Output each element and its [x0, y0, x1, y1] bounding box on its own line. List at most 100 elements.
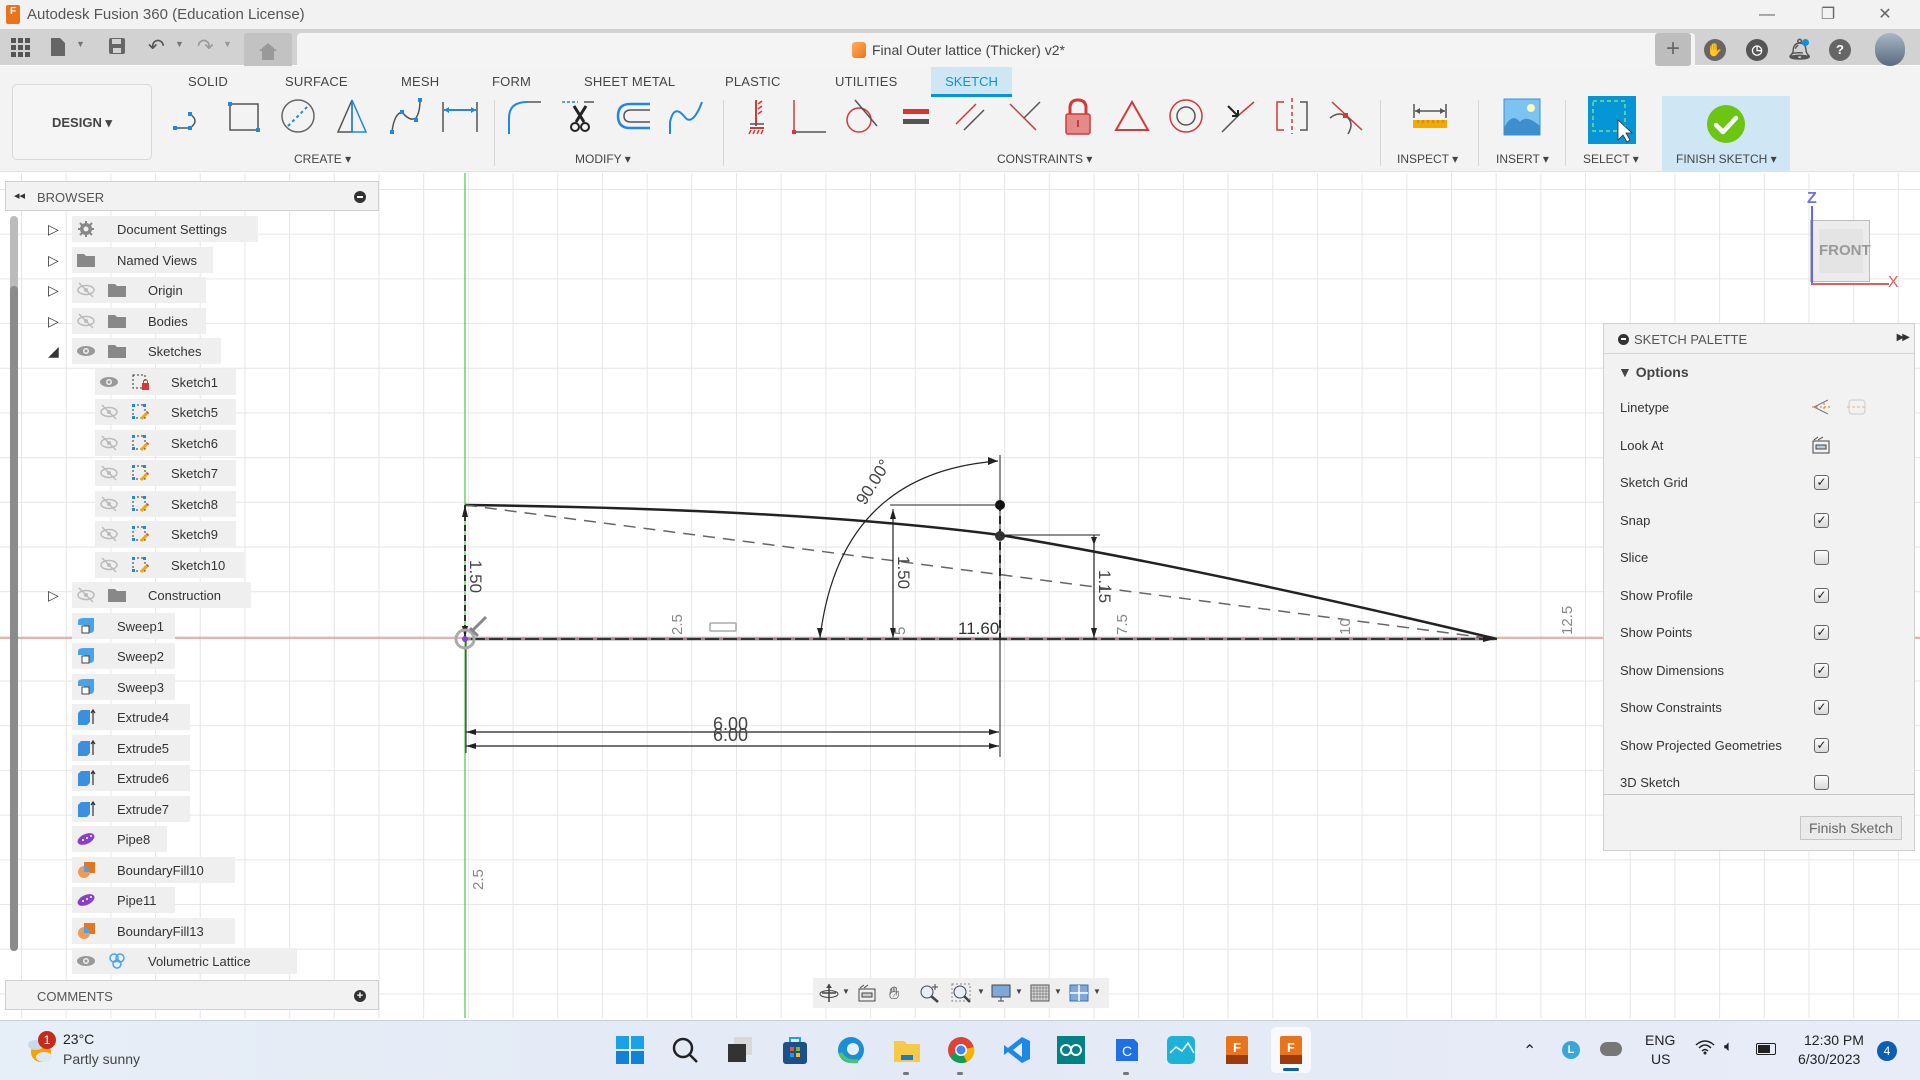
- save-icon[interactable]: [108, 37, 126, 59]
- line-icon[interactable]: [170, 96, 210, 136]
- browser-scrollbar[interactable]: [10, 216, 18, 951]
- browser-item-sweep1[interactable]: Sweep1: [72, 612, 175, 639]
- snap-checkbox[interactable]: ✓: [1814, 512, 1829, 528]
- expand-toggle-icon[interactable]: ▷: [48, 282, 62, 298]
- insert-menu[interactable]: INSERT ▾: [1496, 152, 1549, 166]
- new-tab-button[interactable]: +: [1655, 33, 1691, 66]
- eye-visible-icon[interactable]: [76, 343, 96, 359]
- eye-hidden-icon[interactable]: [99, 526, 119, 542]
- undo-icon[interactable]: ↶: [148, 37, 165, 57]
- browser-item-extrude4[interactable]: Extrude4: [72, 704, 190, 730]
- midpoint-icon[interactable]: [1218, 96, 1258, 136]
- browser-item-named-views[interactable]: Named Views: [72, 246, 213, 273]
- battery-icon[interactable]: [1756, 1043, 1776, 1055]
- finish-sketch-menu[interactable]: FINISH SKETCH ▾: [1676, 152, 1777, 166]
- file-explorer-icon[interactable]: [892, 1035, 922, 1065]
- browser-item-extrude7[interactable]: Extrude7: [72, 795, 190, 822]
- browser-item-sketch7[interactable]: Sketch7: [95, 460, 237, 486]
- inspect-menu[interactable]: INSPECT ▾: [1397, 152, 1458, 166]
- create-menu[interactable]: CREATE ▾: [294, 152, 351, 166]
- browser-item-document-settings[interactable]: Document Settings: [72, 216, 259, 242]
- browser-item-volumetric-lattice[interactable]: Volumetric Lattice: [72, 948, 297, 974]
- eye-visible-icon[interactable]: [99, 374, 119, 390]
- user-avatar[interactable]: [1875, 33, 1905, 66]
- search-icon[interactable]: [670, 1035, 700, 1065]
- notification-count-badge[interactable]: 4: [1877, 1041, 1897, 1061]
- browser-item-boundaryfill10[interactable]: BoundaryFill10: [72, 856, 236, 883]
- eye-visible-icon[interactable]: [76, 953, 96, 969]
- task-view-icon[interactable]: [725, 1035, 755, 1065]
- show-points-checkbox[interactable]: ✓: [1814, 625, 1829, 640]
- scrollbar-thumb[interactable]: [10, 286, 18, 951]
- weather-description[interactable]: Partly sunny: [63, 1051, 140, 1067]
- document-tab[interactable]: Final Outer lattice (Thicker) v2* ×: [297, 33, 1695, 66]
- region-indicator[interactable]: US: [1651, 1051, 1670, 1067]
- volume-icon[interactable]: 🔈︎: [1724, 1038, 1733, 1055]
- home-button[interactable]: [244, 33, 292, 66]
- coincident-icon[interactable]: [1326, 96, 1366, 136]
- select-icon[interactable]: [1588, 96, 1636, 144]
- comments-panel[interactable]: COMMENTS +: [5, 980, 379, 1010]
- polygon-icon[interactable]: [332, 96, 372, 136]
- eye-hidden-icon[interactable]: [99, 434, 119, 451]
- palette-minimize-icon[interactable]: [1618, 334, 1629, 345]
- look-at-icon[interactable]: [856, 983, 878, 1003]
- constraints-menu[interactable]: CONSTRAINTS ▾: [997, 152, 1092, 166]
- clock-date[interactable]: 6/30/2023: [1798, 1051, 1860, 1067]
- edge-icon[interactable]: [836, 1035, 866, 1065]
- grid-settings-icon[interactable]: [1029, 983, 1051, 1003]
- add-comment-icon[interactable]: +: [354, 990, 366, 1002]
- redo-caret-icon[interactable]: ▼: [223, 39, 232, 49]
- file-menu-caret-icon[interactable]: ▼: [76, 39, 85, 49]
- fit-icon[interactable]: [951, 983, 973, 1003]
- browser-minimize-icon[interactable]: [354, 191, 366, 203]
- eye-hidden-icon[interactable]: [76, 312, 96, 329]
- tab-sheet-metal[interactable]: SHEET METAL: [584, 74, 675, 89]
- tab-utilities[interactable]: UTILITIES: [835, 74, 897, 89]
- sketch-grid-checkbox[interactable]: ✓: [1814, 475, 1829, 490]
- modify-menu[interactable]: MODIFY ▾: [575, 152, 631, 166]
- centerline-linetype-icon[interactable]: [1846, 397, 1868, 417]
- expand-toggle-icon[interactable]: ▷: [48, 252, 62, 268]
- fit-caret-icon[interactable]: ▼: [977, 987, 985, 996]
- file-menu-icon[interactable]: [50, 37, 66, 61]
- chrome-icon[interactable]: [946, 1035, 976, 1065]
- fusion360-icon[interactable]: F: [1222, 1035, 1252, 1065]
- palette-expand-icon[interactable]: ▶▶: [1897, 332, 1910, 343]
- 3d-sketch-checkbox[interactable]: [1814, 775, 1829, 790]
- browser-item-extrude6[interactable]: Extrude6: [72, 765, 190, 791]
- browser-item-sketch8[interactable]: Sketch8: [95, 490, 237, 517]
- viewcube-front-face[interactable]: FRONT: [1819, 229, 1871, 273]
- eye-hidden-icon[interactable]: [99, 556, 119, 573]
- perpendicular-icon[interactable]: [788, 96, 828, 136]
- equal-icon[interactable]: [897, 96, 937, 136]
- vscode-icon[interactable]: [1002, 1035, 1032, 1065]
- browser-item-boundaryfill13[interactable]: BoundaryFill13: [72, 917, 236, 944]
- show-hidden-icons-icon[interactable]: ⌃: [1523, 1041, 1536, 1061]
- job-status-clock-icon[interactable]: ◷: [1746, 39, 1768, 61]
- browser-header[interactable]: ◂◂ BROWSER: [5, 181, 379, 211]
- browser-item-bodies[interactable]: Bodies: [72, 307, 206, 334]
- display-settings-icon[interactable]: [990, 983, 1012, 1003]
- expand-toggle-icon[interactable]: ▷: [48, 221, 62, 237]
- triangle-icon[interactable]: [1112, 96, 1152, 136]
- orbit-icon[interactable]: [818, 983, 840, 1003]
- show-profile-checkbox[interactable]: ✓: [1814, 587, 1829, 603]
- close-button[interactable]: ✕: [1862, 3, 1908, 27]
- tab-solid[interactable]: SOLID: [188, 74, 228, 89]
- show-projected-geometries-checkbox[interactable]: ✓: [1814, 737, 1829, 753]
- finish-sketch-check-icon[interactable]: [1706, 104, 1746, 144]
- viewcube[interactable]: FRONT: [1810, 220, 1871, 282]
- fillet-icon[interactable]: [505, 96, 545, 136]
- look-at-icon[interactable]: [1810, 435, 1832, 455]
- minimize-button[interactable]: —: [1744, 3, 1790, 27]
- curve-icon[interactable]: [666, 96, 706, 136]
- browser-item-sketch9[interactable]: Sketch9: [95, 521, 237, 547]
- tab-sketch[interactable]: SKETCH: [931, 67, 1012, 97]
- slice-checkbox[interactable]: [1814, 550, 1829, 565]
- tray-app-icon[interactable]: L: [1562, 1041, 1580, 1059]
- workspace-switcher[interactable]: DESIGN ▾: [12, 84, 152, 160]
- dimension-icon[interactable]: [440, 96, 480, 136]
- fusion360-active-icon[interactable]: F: [1271, 1027, 1311, 1073]
- tab-mesh[interactable]: MESH: [401, 74, 439, 89]
